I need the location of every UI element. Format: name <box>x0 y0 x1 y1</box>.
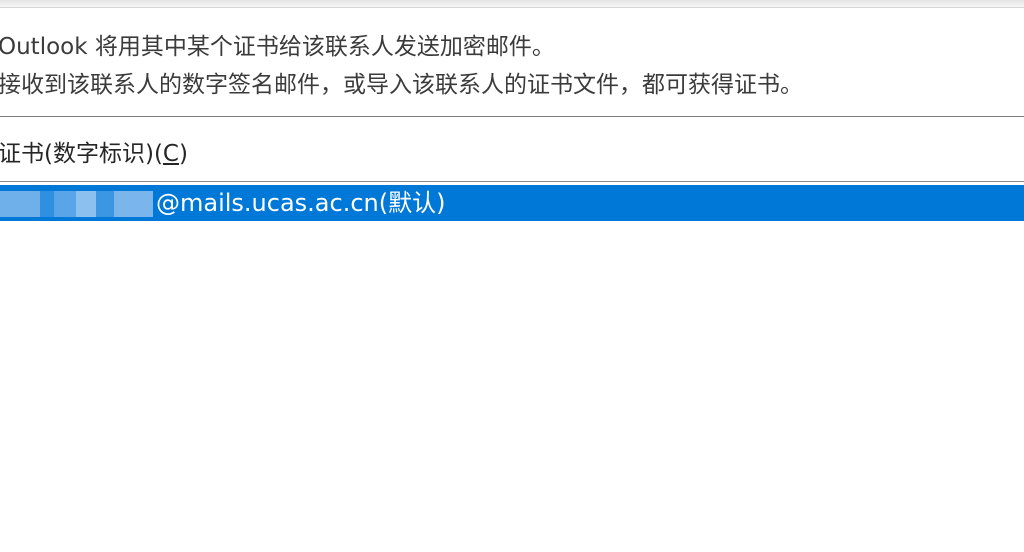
certificates-label-prefix: 证书(数字标识)( <box>0 141 163 167</box>
certificate-list-item[interactable]: @mails.ucas.ac.cn(默认) <box>0 185 1024 221</box>
redacted-username <box>0 191 153 217</box>
certificates-listbox[interactable]: @mails.ucas.ac.cn(默认) <box>0 181 1024 552</box>
section-divider <box>0 116 1024 117</box>
certificates-label-accelerator: C <box>162 141 179 167</box>
certificates-label-suffix: ) <box>178 141 188 167</box>
dialog-top-edge <box>0 0 1024 8</box>
description-text: Outlook 将用其中某个证书给该联系人发送加密邮件。 接收到该联系人的数字签… <box>0 28 803 104</box>
certificates-label: 证书(数字标识)(C) <box>0 136 188 172</box>
certificate-email: @mails.ucas.ac.cn(默认) <box>156 189 446 217</box>
description-line-1: Outlook 将用其中某个证书给该联系人发送加密邮件。 <box>0 34 555 60</box>
description-line-2: 接收到该联系人的数字签名邮件，或导入该联系人的证书文件，都可获得证书。 <box>0 72 803 98</box>
